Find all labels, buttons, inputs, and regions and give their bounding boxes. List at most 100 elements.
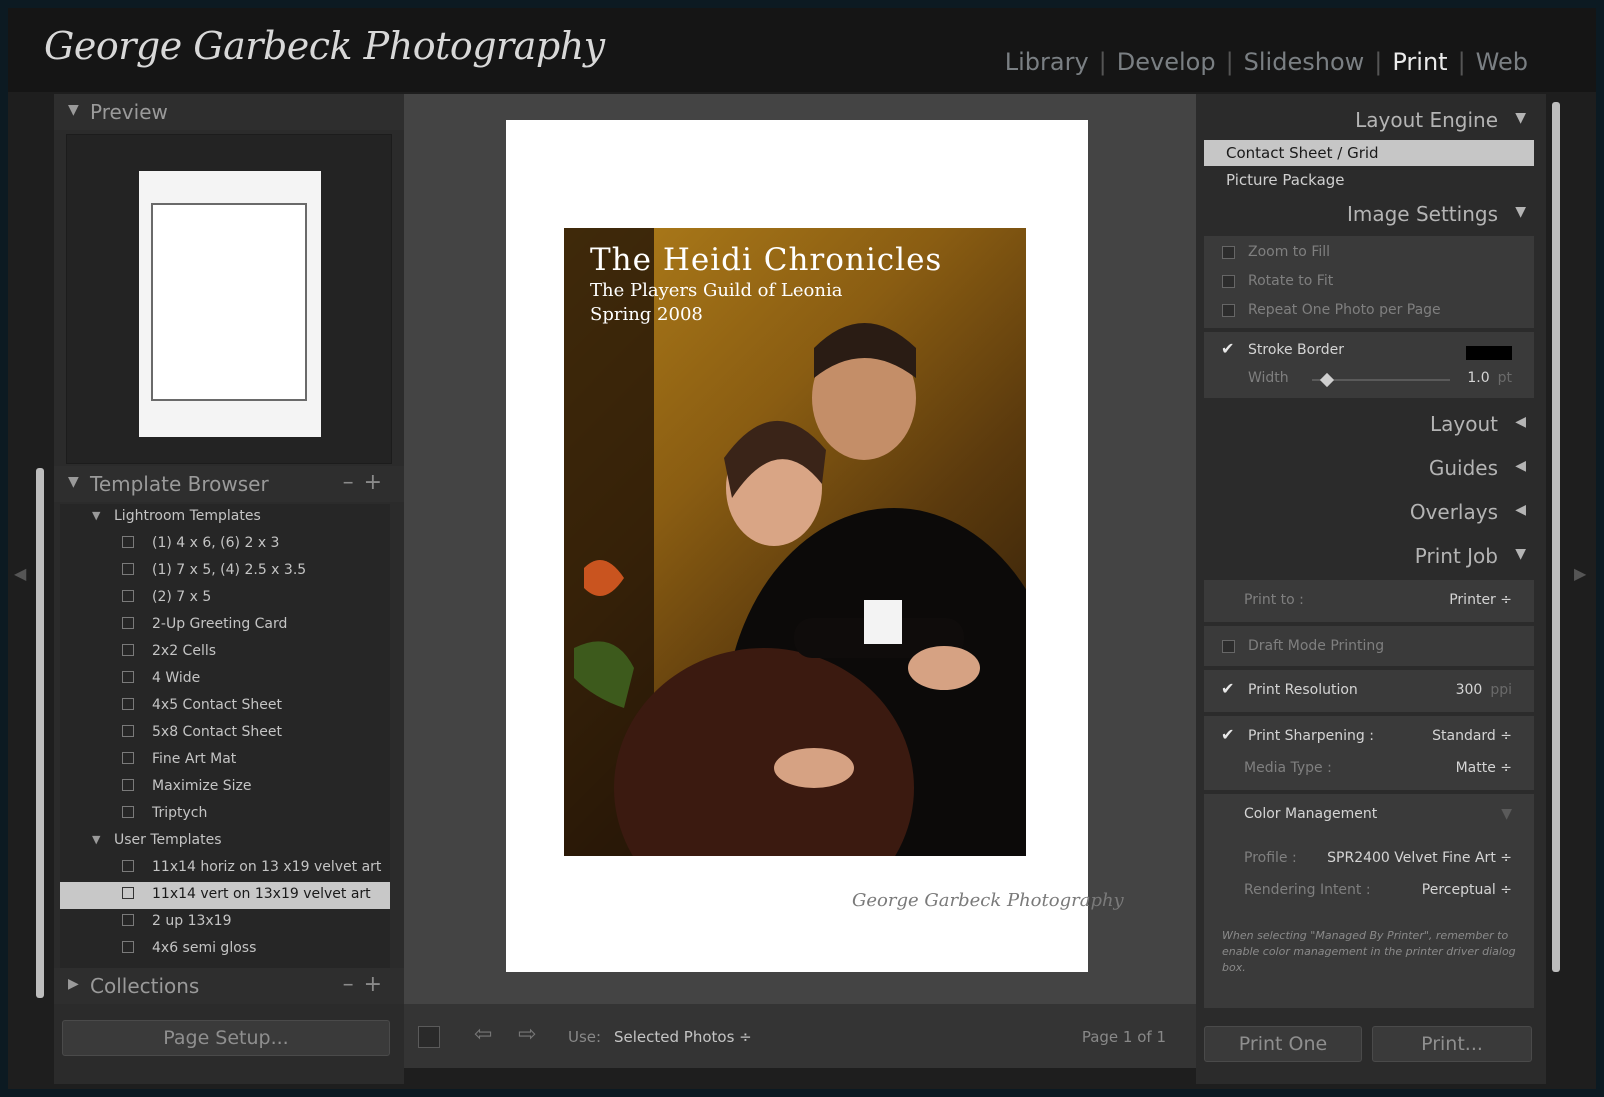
template-icon [122, 752, 134, 764]
print-one-button[interactable]: Print One [1204, 1026, 1362, 1062]
use-selector[interactable]: Selected Photos ÷ [614, 1028, 752, 1046]
right-panel-toggle-icon[interactable]: ▶ [1574, 564, 1586, 583]
template-item[interactable]: (2) 7 x 5 [60, 585, 390, 612]
layout-engine-picture-package[interactable]: Picture Package [1204, 167, 1534, 193]
module-develop[interactable]: Develop [1117, 48, 1216, 76]
stroke-color-swatch[interactable] [1466, 346, 1512, 360]
template-item[interactable]: 4 Wide [60, 666, 390, 693]
folder-lightroom-templates[interactable]: ▼ Lightroom Templates [60, 504, 390, 531]
layout-engine-contact-sheet[interactable]: Contact Sheet / Grid [1204, 140, 1534, 166]
overlays-header[interactable]: Overlays ◀ [1204, 492, 1534, 532]
next-page-icon[interactable]: ⇨ [518, 1022, 536, 1047]
collapse-triangle-icon: ▼ [1515, 546, 1526, 562]
template-item[interactable]: 4x6 semi gloss [60, 936, 390, 963]
folder-open-icon: ▼ [92, 509, 101, 522]
template-item[interactable]: 2 up 13x19 [60, 909, 390, 936]
toolbar-page-toggle[interactable] [418, 1026, 440, 1048]
rendering-intent-row: Rendering Intent : Perceptual ÷ [1244, 882, 1512, 898]
collapse-triangle-icon: ▼ [68, 474, 79, 490]
folder-user-templates[interactable]: ▼ User Templates [60, 828, 390, 855]
poster-photo[interactable]: The Heidi Chronicles The Players Guild o… [564, 228, 1026, 856]
template-item[interactable]: (1) 4 x 6, (6) 2 x 3 [60, 531, 390, 558]
print-sharpening-option[interactable]: ✔ Print Sharpening : Standard ÷ [1204, 724, 1534, 752]
draft-mode-option[interactable]: Draft Mode Printing [1204, 634, 1534, 662]
sharpening-group: ✔ Print Sharpening : Standard ÷ Media Type… [1204, 716, 1534, 790]
media-type-select[interactable]: Matte ÷ [1456, 760, 1512, 776]
module-separator: | [1098, 48, 1107, 76]
repeat-one-photo-option[interactable]: Repeat One Photo per Page [1204, 298, 1534, 326]
repeat-one-photo-checkbox[interactable] [1222, 304, 1235, 317]
print-job-header[interactable]: Print Job ▼ [1204, 536, 1534, 576]
rotate-to-fit-option[interactable]: Rotate to Fit [1204, 269, 1534, 297]
stroke-width-value[interactable]: 1.0 [1467, 370, 1489, 386]
template-item[interactable]: Maximize Size [60, 774, 390, 801]
module-separator: | [1374, 48, 1383, 76]
template-icon [122, 941, 134, 953]
print-to-select[interactable]: Printer ÷ [1449, 592, 1512, 608]
add-remove-template-icons[interactable]: –+ [343, 470, 392, 495]
rendering-intent-select[interactable]: Perceptual ÷ [1422, 882, 1512, 898]
print-resolution-option[interactable]: ✔ Print Resolution 300 ppi [1204, 678, 1534, 706]
draft-mode-checkbox[interactable] [1222, 640, 1235, 653]
rotate-to-fit-checkbox[interactable] [1222, 275, 1235, 288]
collapse-triangle-icon: ▼ [1501, 806, 1512, 822]
template-item[interactable]: 2x2 Cells [60, 639, 390, 666]
lightroom-window: George Garbeck Photography Library | Devel… [8, 8, 1596, 1089]
slider-knob-icon[interactable] [1320, 372, 1335, 388]
left-panel-toggle-icon[interactable]: ◀ [14, 564, 26, 583]
right-panel-scrollbar[interactable] [1552, 102, 1560, 972]
checkmark-icon[interactable]: ✔ [1221, 679, 1234, 698]
print-resolution-group: ✔ Print Resolution 300 ppi [1204, 670, 1534, 712]
poster-title: The Heidi Chronicles [590, 242, 943, 278]
color-management-header[interactable]: Color Management ▼ [1204, 802, 1534, 830]
module-slideshow[interactable]: Slideshow [1244, 48, 1365, 76]
stroke-border-group: ✔ Stroke Border Width 1.0 pt [1204, 332, 1534, 398]
module-library[interactable]: Library [1005, 48, 1089, 76]
module-web[interactable]: Web [1476, 48, 1528, 76]
zoom-to-fill-option[interactable]: Zoom to Fill [1204, 240, 1534, 268]
template-browser-label: Template Browser [90, 472, 269, 496]
template-item[interactable]: (1) 7 x 5, (4) 2.5 x 3.5 [60, 558, 390, 585]
sharpening-select[interactable]: Standard ÷ [1432, 728, 1512, 744]
layout-engine-header[interactable]: Layout Engine ▼ [1204, 100, 1534, 140]
template-icon [122, 725, 134, 737]
template-item[interactable]: 2-Up Greeting Card [60, 612, 390, 639]
left-panel-scrollbar[interactable] [36, 468, 44, 998]
color-management-note: When selecting "Managed By Printer", rem… [1222, 929, 1516, 974]
poster-date: Spring 2008 [590, 304, 703, 325]
template-item[interactable]: 11x14 horiz on 13 x19 velvet art [60, 855, 390, 882]
checkmark-icon[interactable]: ✔ [1221, 725, 1234, 744]
stroke-width-slider[interactable] [1312, 372, 1450, 388]
print-button[interactable]: Print... [1372, 1026, 1532, 1062]
preview-image-cell [151, 203, 307, 401]
preview-header[interactable]: ▼ Preview [54, 94, 404, 130]
expand-triangle-icon: ◀ [1515, 458, 1526, 474]
template-item-selected[interactable]: 11x14 vert on 13x19 velvet art [60, 882, 390, 909]
media-type-row: Media Type : Matte ÷ [1244, 760, 1512, 776]
profile-select[interactable]: SPR2400 Velvet Fine Art ÷ [1327, 850, 1512, 866]
layout-header[interactable]: Layout ◀ [1204, 404, 1534, 444]
resolution-unit: ppi [1490, 682, 1512, 698]
print-toolbar: ⇦ ⇨ Use: Selected Photos ÷ Page 1 of 1 [404, 1004, 1196, 1068]
zoom-to-fill-checkbox[interactable] [1222, 246, 1235, 259]
template-item[interactable]: 5x8 Contact Sheet [60, 720, 390, 747]
template-item[interactable]: Fine Art Mat [60, 747, 390, 774]
checkmark-icon[interactable]: ✔ [1221, 339, 1234, 358]
previous-page-icon[interactable]: ⇦ [474, 1022, 492, 1047]
template-item[interactable]: Triptych [60, 801, 390, 828]
poster-subtitle: The Players Guild of Leonia [590, 280, 843, 301]
print-to-row: Print to : Printer ÷ [1244, 592, 1512, 608]
print-page: The Heidi Chronicles The Players Guild o… [506, 120, 1124, 972]
image-settings-header[interactable]: Image Settings ▼ [1204, 194, 1534, 234]
page-setup-button[interactable]: Page Setup... [62, 1020, 390, 1056]
template-icon [122, 536, 134, 548]
template-browser-header[interactable]: ▼ Template Browser –+ [54, 466, 404, 502]
resolution-value[interactable]: 300 [1456, 682, 1483, 698]
stroke-width-row: Width 1.0 pt [1248, 370, 1512, 388]
module-print[interactable]: Print [1392, 48, 1447, 76]
guides-header[interactable]: Guides ◀ [1204, 448, 1534, 488]
stroke-border-option[interactable]: ✔ Stroke Border [1204, 338, 1534, 366]
collections-header[interactable]: ▶ Collections –+ [54, 968, 404, 1004]
template-item[interactable]: 4x5 Contact Sheet [60, 693, 390, 720]
add-remove-collection-icons[interactable]: –+ [343, 972, 392, 997]
